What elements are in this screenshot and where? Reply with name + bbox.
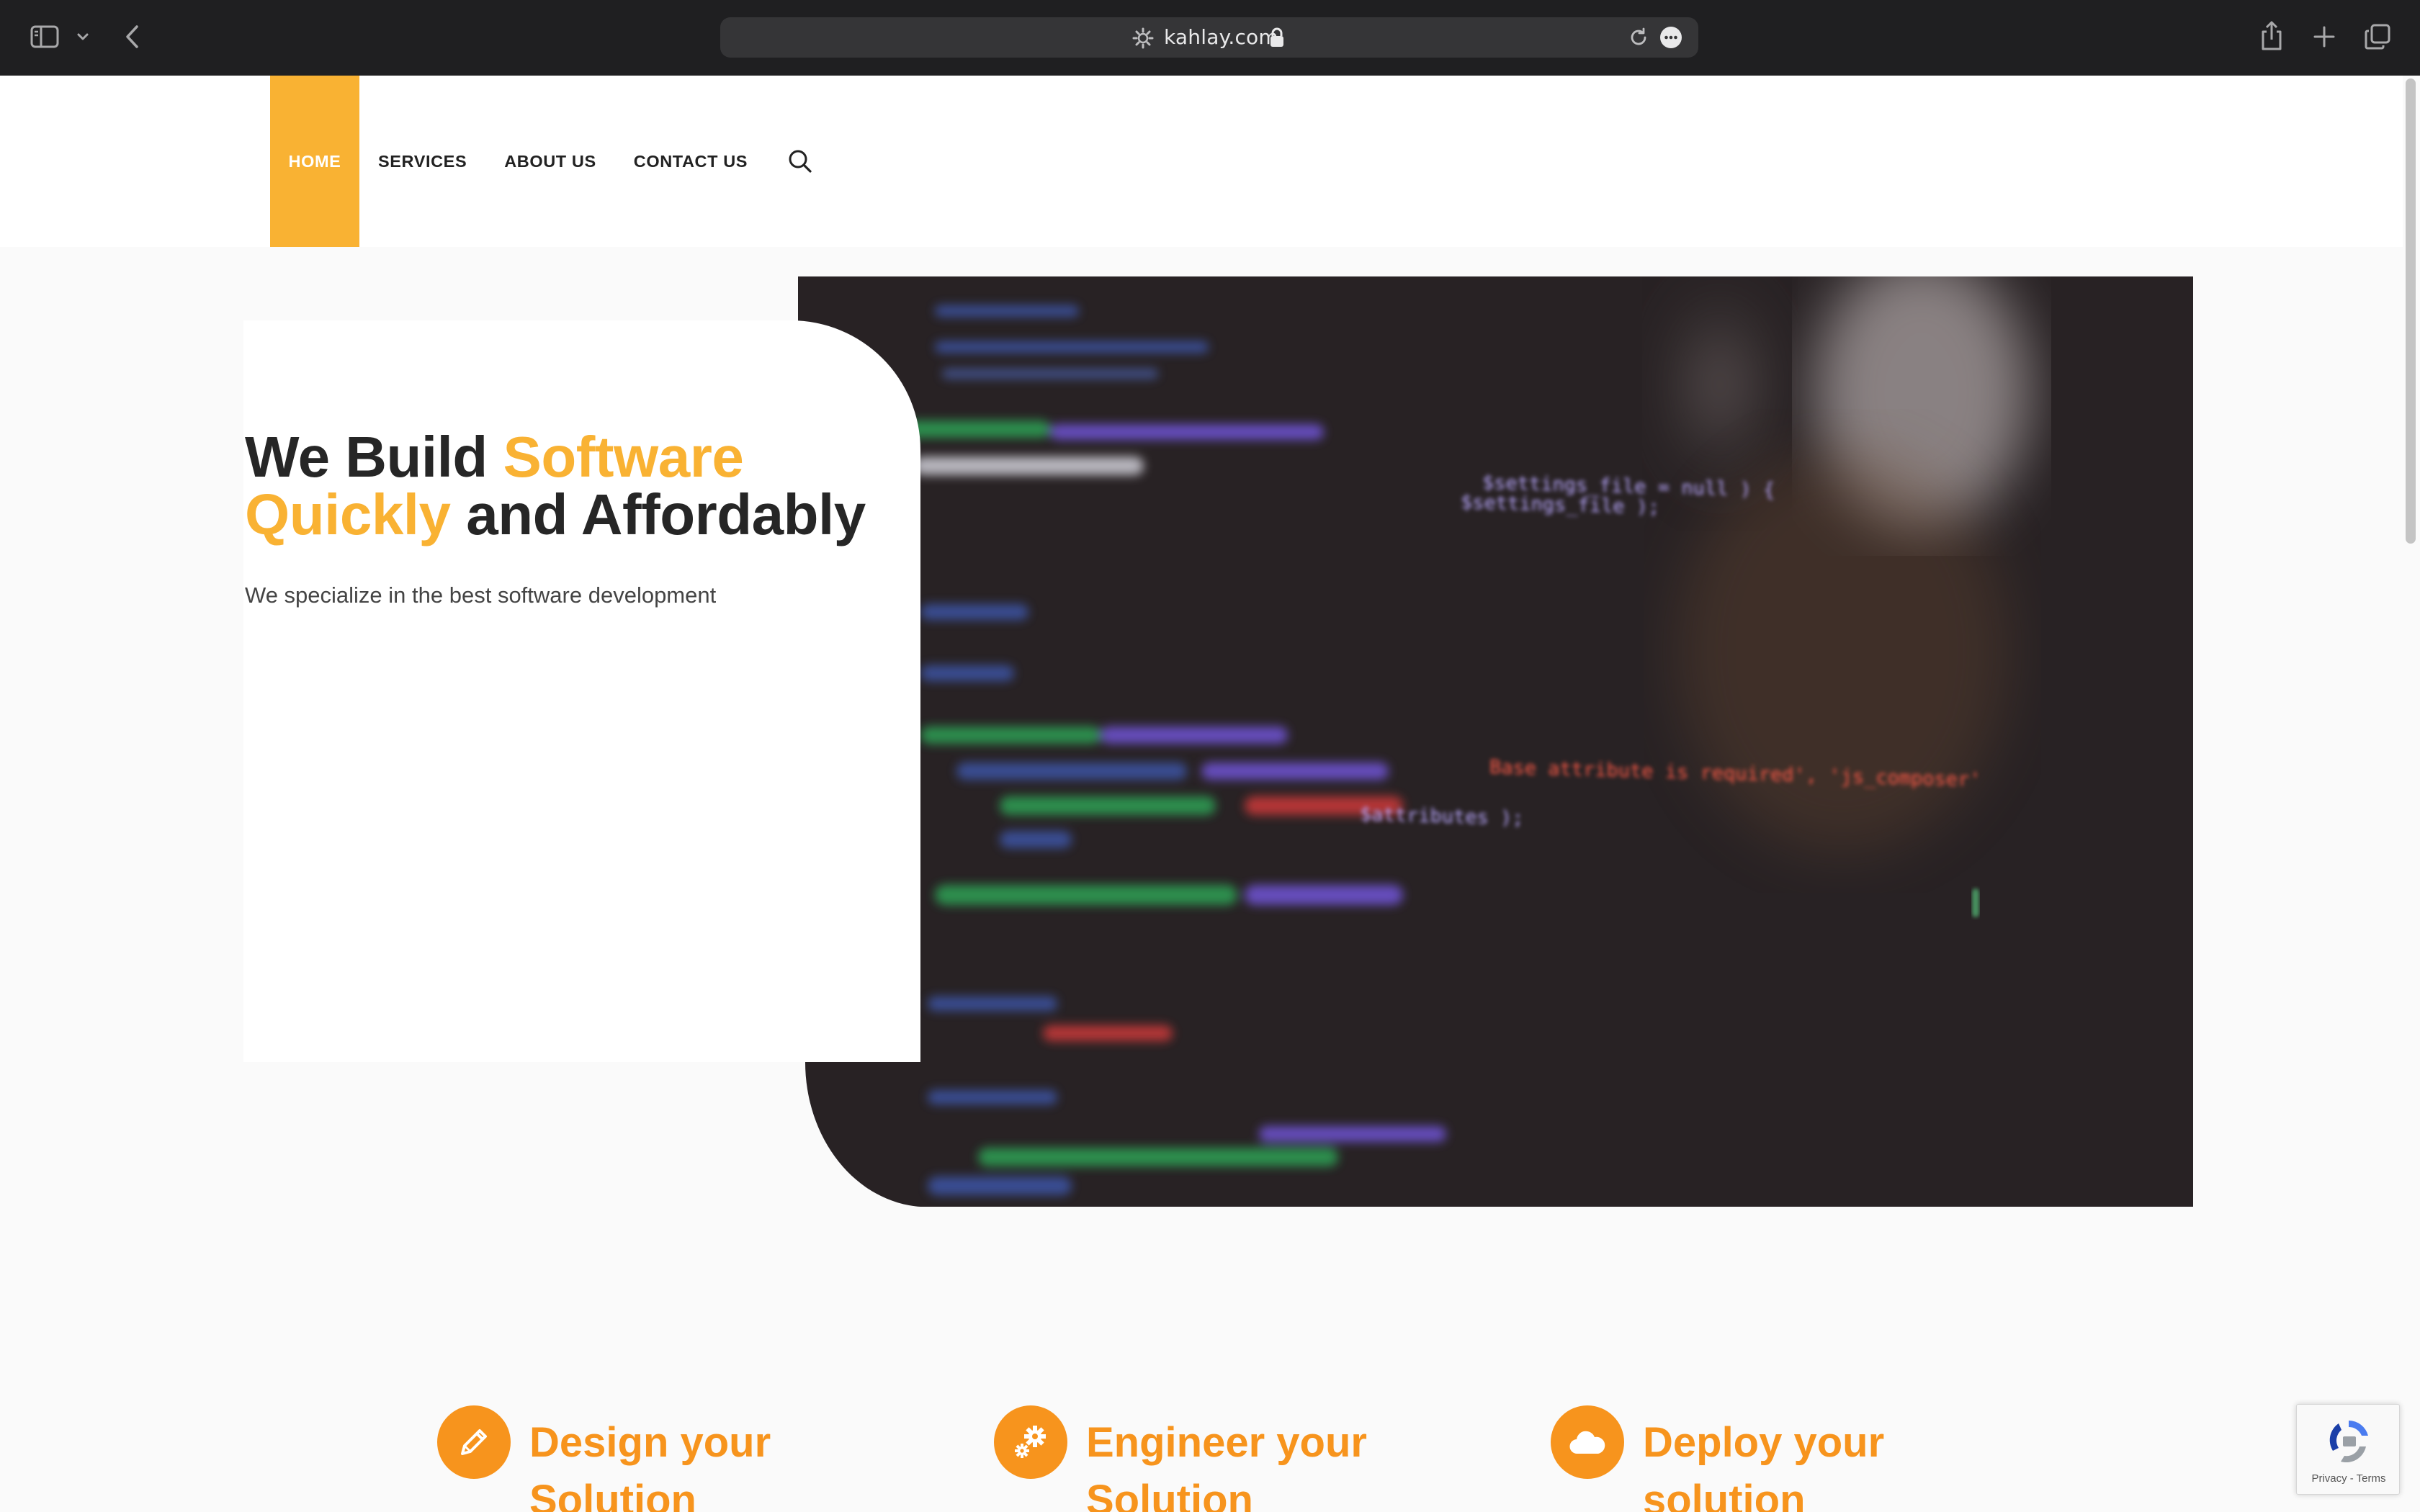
- hero-title-part2: and Affordably: [450, 482, 866, 546]
- nav-item-contact-us[interactable]: CONTACT US: [615, 76, 766, 247]
- nav-item-home[interactable]: HOME: [270, 76, 359, 247]
- hero-title-part1: We Build: [245, 425, 503, 489]
- back-icon[interactable]: [120, 22, 145, 52]
- search-icon[interactable]: [786, 148, 814, 175]
- cloud-icon: [1551, 1405, 1624, 1479]
- tabs-overview-icon[interactable]: [2362, 22, 2393, 52]
- site-settings-icon[interactable]: [1132, 27, 1154, 49]
- more-icon[interactable]: [1659, 26, 1682, 49]
- hero-title-accent1: Software: [503, 425, 744, 489]
- recaptcha-badge[interactable]: Privacy - Terms: [2296, 1404, 2400, 1495]
- site-header: HOME SERVICES ABOUT US CONTACT US: [0, 76, 2420, 247]
- browser-toolbar: kahlay.com: [0, 0, 2420, 76]
- reload-icon[interactable]: [1628, 27, 1649, 48]
- feature-title: Design your Solution: [529, 1419, 771, 1512]
- recaptcha-terms[interactable]: Privacy - Terms: [2297, 1472, 2401, 1485]
- address-bar[interactable]: kahlay.com: [720, 17, 1698, 58]
- nav-item-services[interactable]: SERVICES: [359, 76, 485, 247]
- page-viewport: HOME SERVICES ABOUT US CONTACT US $setti…: [0, 76, 2420, 1512]
- url-text[interactable]: kahlay.com: [1164, 27, 1278, 48]
- pencil-icon: [437, 1405, 511, 1479]
- share-icon[interactable]: [2257, 19, 2286, 53]
- feature-title: Deploy your solution: [1643, 1419, 1885, 1512]
- gears-icon: [994, 1405, 1067, 1479]
- nav-item-about-us[interactable]: ABOUT US: [485, 76, 615, 247]
- hero-subtitle: We specialize in the best software devel…: [245, 582, 717, 608]
- recaptcha-icon: [2323, 1415, 2375, 1467]
- new-tab-icon[interactable]: [2309, 22, 2339, 52]
- hero-title-accent2: Quickly: [245, 482, 451, 546]
- feature-design: Design your Solution: [437, 1405, 846, 1512]
- feature-engineer: Engineer your Solution: [994, 1405, 1403, 1512]
- hero-code-image: $settings_file = null ) { $settings_file…: [798, 276, 2193, 1207]
- lock-icon: [1269, 27, 1285, 48]
- sidebar-icon[interactable]: [26, 22, 63, 52]
- feature-deploy: Deploy your solution: [1551, 1405, 1960, 1512]
- chevron-down-icon[interactable]: [72, 26, 94, 48]
- hero-title: We Build Software Quickly and Affordably: [245, 428, 893, 544]
- hero-image-corner: [798, 1062, 920, 1207]
- feature-title: Engineer your Solution: [1086, 1419, 1367, 1512]
- main-nav: HOME SERVICES ABOUT US CONTACT US: [270, 76, 766, 247]
- scrollbar-thumb[interactable]: [2406, 78, 2416, 544]
- code-line-4: $attributes );: [1360, 803, 1524, 829]
